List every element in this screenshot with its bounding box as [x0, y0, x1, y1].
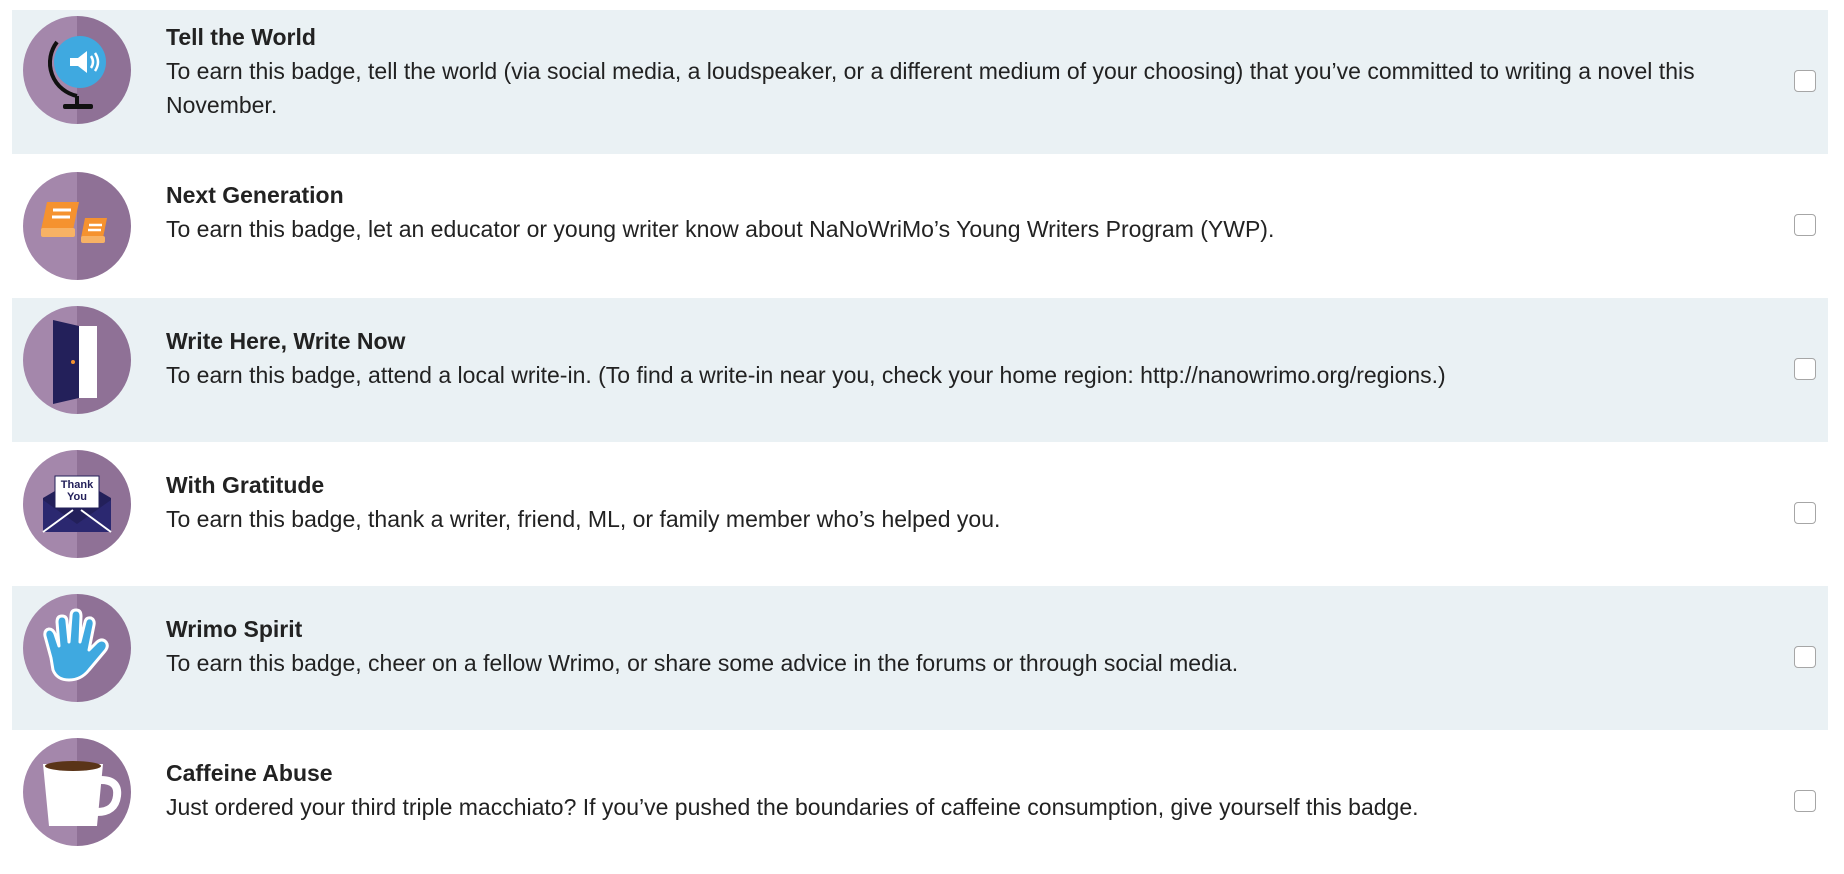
badge-checkbox[interactable] [1794, 214, 1816, 236]
badge-row-tell-the-world: Tell the World To earn this badge, tell … [12, 10, 1828, 154]
badge-description: To earn this badge, tell the world (via … [166, 58, 1695, 118]
badge-row-wrimo-spirit: Wrimo Spirit To earn this badge, cheer o… [12, 586, 1828, 730]
badge-title: Tell the World [166, 24, 316, 50]
badge-row-write-here-write-now: Write Here, Write Now To earn this badge… [12, 298, 1828, 442]
badge-description: Just ordered your third triple macchiato… [166, 794, 1419, 820]
badge-checkbox[interactable] [1794, 790, 1816, 812]
coffee-cup-icon [23, 738, 131, 846]
globe-megaphone-icon [23, 16, 131, 124]
badge-title: Next Generation [166, 182, 344, 208]
badge-checkbox[interactable] [1794, 70, 1816, 92]
badge-description: To earn this badge, let an educator or y… [166, 216, 1275, 242]
badge-title: Wrimo Spirit [166, 616, 303, 642]
badge-row-with-gratitude: Thank You With Gratitude To earn this ba… [12, 442, 1828, 586]
badge-description: To earn this badge, thank a writer, frie… [166, 506, 1001, 532]
door-icon [23, 306, 131, 414]
badge-description: To earn this badge, cheer on a fellow Wr… [166, 650, 1239, 676]
waving-hand-icon [23, 594, 131, 702]
badge-row-caffeine-abuse: Caffeine Abuse Just ordered your third t… [12, 730, 1828, 874]
badge-checkbox[interactable] [1794, 502, 1816, 524]
badge-row-next-generation: Next Generation To earn this badge, let … [12, 154, 1828, 298]
badge-list: Tell the World To earn this badge, tell … [12, 10, 1828, 874]
badge-description: To earn this badge, attend a local write… [166, 362, 1446, 388]
badge-checkbox[interactable] [1794, 358, 1816, 380]
books-icon [23, 172, 131, 280]
badge-checkbox[interactable] [1794, 646, 1816, 668]
badge-title: Write Here, Write Now [166, 328, 406, 354]
svg-text:Thank: Thank [61, 479, 94, 491]
thank-you-envelope-icon: Thank You [23, 450, 131, 558]
badge-title: With Gratitude [166, 472, 325, 498]
svg-text:You: You [67, 491, 87, 503]
badge-title: Caffeine Abuse [166, 760, 333, 786]
